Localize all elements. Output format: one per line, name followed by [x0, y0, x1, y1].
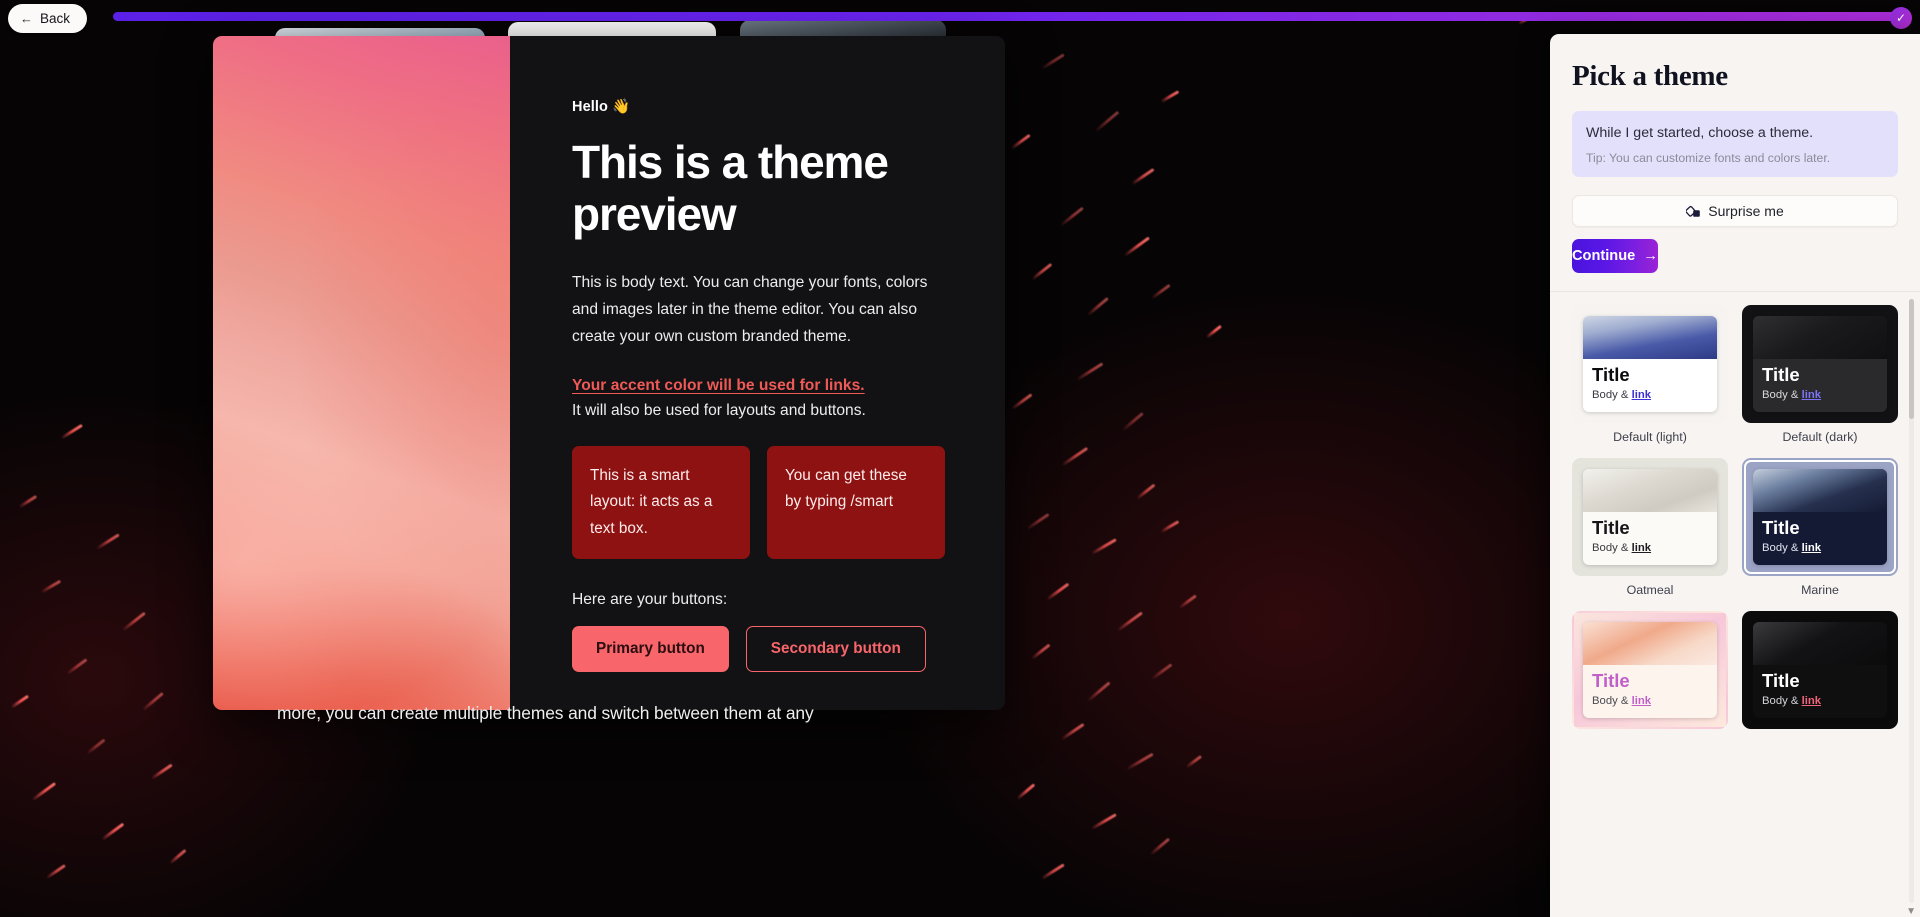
theme-card-title: Title: [1762, 517, 1800, 539]
panel-divider: [1550, 291, 1920, 293]
preview-heading: This is a theme preview: [572, 136, 889, 240]
smart-layout-row: This is a smart layout: it acts as a tex…: [572, 445, 953, 559]
theme-option[interactable]: Title Body & link: [1742, 611, 1898, 736]
theme-card-title: Title: [1592, 364, 1630, 386]
theme-card-link: link: [1801, 694, 1822, 707]
top-bar: ← Back ✓: [0, 0, 1920, 34]
pick-theme-panel: Pick a theme While I get started, choose…: [1550, 34, 1920, 917]
arrow-right-icon: →: [1643, 248, 1658, 265]
notice-main-text: While I get started, choose a theme.: [1586, 125, 1814, 141]
continue-label: Continue: [1572, 248, 1636, 265]
page-title: Pick a theme: [1572, 60, 1728, 92]
notice-box: While I get started, choose a theme. Tip…: [1572, 111, 1898, 178]
theme-thumbnail-image: [1583, 316, 1717, 360]
theme-card-body: Body & link: [1592, 694, 1652, 707]
preview-greeting: Hello 👋: [572, 99, 631, 115]
back-button-label: Back: [40, 11, 71, 26]
theme-option[interactable]: Title Body & link Default (light): [1572, 305, 1728, 444]
smart-layout-box: This is a smart layout: it acts as a tex…: [572, 445, 750, 559]
preview-accent-line: Your accent color will be used for links…: [572, 373, 953, 400]
theme-card-title: Title: [1592, 670, 1630, 692]
theme-card-title: Title: [1762, 364, 1800, 386]
theme-thumbnail-image: [1753, 622, 1887, 666]
app-stage: ← Back ✓ Hello 👋 This is a theme preview…: [0, 0, 1920, 917]
theme-option-label: Default (dark): [1782, 430, 1858, 445]
progress-bar-track: [113, 12, 1903, 21]
theme-card-preview: Title Body & link: [1742, 611, 1898, 730]
theme-card-body: Body & link: [1592, 541, 1652, 554]
preview-secondary-button[interactable]: Secondary button: [745, 625, 926, 672]
notice-tip-text: Tip: You can customize fonts and colors …: [1586, 151, 1831, 166]
preview-buttons-label: Here are your buttons:: [572, 590, 728, 608]
theme-card-preview: Title Body & link: [1572, 458, 1728, 577]
chevron-down-icon[interactable]: ▼: [1906, 906, 1916, 917]
theme-card-link: link: [1801, 541, 1822, 554]
theme-card-title: Title: [1592, 517, 1630, 539]
theme-thumbnail-image: [1753, 469, 1887, 513]
background-overflow-text: more, you can create multiple themes and…: [277, 703, 814, 723]
theme-card-preview: Title Body & link: [1742, 458, 1898, 577]
panel-header: Pick a theme While I get started, choose…: [1550, 34, 1920, 274]
theme-thumbnail-image: [1753, 316, 1887, 360]
surprise-me-label: Surprise me: [1708, 203, 1784, 220]
surprise-me-button[interactable]: Surprise me: [1572, 195, 1898, 228]
theme-option[interactable]: Title Body & link Marine: [1742, 458, 1898, 597]
smart-layout-box: You can get these by typing /smart: [767, 445, 945, 559]
theme-option[interactable]: Title Body & link Default (dark): [1742, 305, 1898, 444]
theme-card-title: Title: [1762, 670, 1800, 692]
continue-button[interactable]: Continue →: [1572, 239, 1658, 274]
theme-card-link: link: [1801, 388, 1822, 401]
preview-primary-button[interactable]: Primary button: [572, 625, 729, 672]
theme-option-label: Oatmeal: [1626, 583, 1674, 598]
theme-thumbnail-image: [1583, 622, 1717, 666]
theme-option-label: Marine: [1801, 583, 1839, 598]
scrollbar-thumb[interactable]: [1909, 299, 1914, 420]
arrow-left-icon: ←: [20, 11, 33, 26]
theme-option[interactable]: Title Body & link: [1572, 611, 1728, 736]
theme-card-body: Body & link: [1762, 388, 1822, 401]
theme-card-link: link: [1631, 388, 1652, 401]
theme-card-link: link: [1631, 541, 1652, 554]
shuffle-dice-icon: [1686, 205, 1701, 218]
check-circle-icon[interactable]: ✓: [1890, 7, 1912, 29]
preview-cover-image: [213, 36, 510, 710]
preview-content: Hello 👋 This is a theme preview This is …: [510, 36, 1005, 710]
back-button[interactable]: ← Back: [8, 4, 88, 33]
progress-bar-fill: [113, 12, 1903, 21]
theme-thumbnail-image: [1583, 469, 1717, 513]
theme-list-scroll-area[interactable]: Title Body & link Default (light) Title …: [1550, 291, 1920, 917]
theme-option-label: Default (light): [1613, 430, 1687, 445]
theme-card-preview: Title Body & link: [1572, 611, 1728, 730]
theme-card-body: Body & link: [1592, 388, 1652, 401]
theme-card-preview: Title Body & link: [1572, 305, 1728, 424]
preview-button-row: Primary button Secondary button: [572, 625, 953, 672]
accent-color-link[interactable]: Your accent color will be used for links…: [572, 377, 865, 394]
theme-grid: Title Body & link Default (light) Title …: [1572, 291, 1898, 736]
theme-option[interactable]: Title Body & link Oatmeal: [1572, 458, 1728, 597]
theme-card-link: link: [1631, 694, 1652, 707]
preview-accent-note: It will also be used for layouts and but…: [572, 401, 866, 419]
theme-preview-window: Hello 👋 This is a theme preview This is …: [213, 36, 1005, 710]
theme-card-body: Body & link: [1762, 541, 1822, 554]
theme-card-body: Body & link: [1762, 694, 1822, 707]
theme-card-preview: Title Body & link: [1742, 305, 1898, 424]
preview-body-text: This is body text. You can change your f…: [572, 274, 928, 346]
